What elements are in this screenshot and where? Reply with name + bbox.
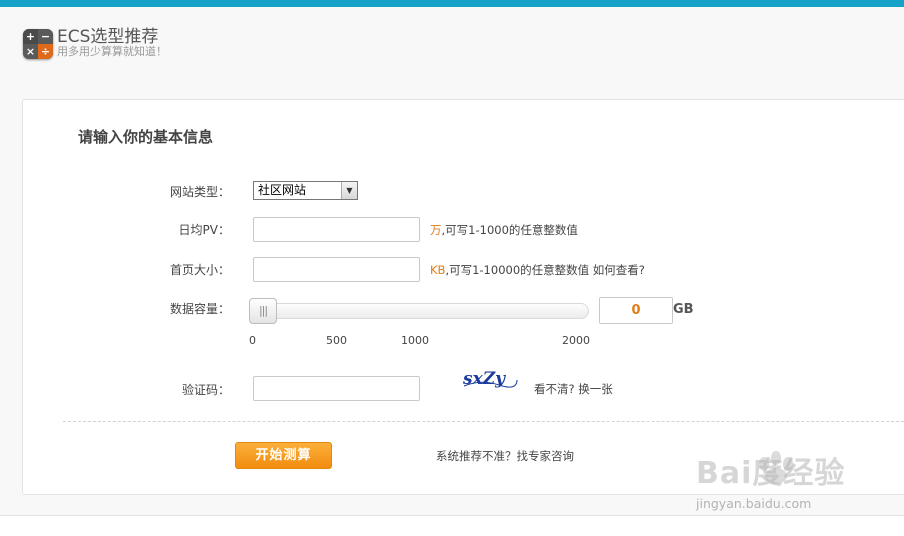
app-subtitle: 用多用少算算就知道！: [57, 45, 167, 58]
top-accent-bar: [0, 0, 904, 7]
slider-tick: 0: [249, 334, 256, 347]
daily-pv-hint: 万,可写1-1000的任意整数值: [430, 222, 578, 238]
capacity-slider-handle[interactable]: |||: [249, 298, 277, 324]
daily-pv-label: 日均PV：: [178, 223, 230, 237]
captcha-text: sxZy: [462, 369, 506, 389]
calculator-icon: + − × ÷: [23, 29, 53, 59]
site-type-label: 网站类型：: [169, 185, 230, 199]
times-glyph: ×: [23, 44, 38, 59]
captcha-image[interactable]: sxZy: [461, 364, 519, 398]
homepage-size-unit: KB: [430, 263, 446, 277]
capacity-value-box[interactable]: 0: [599, 297, 673, 324]
expert-consult-link[interactable]: 系统推荐不准？找专家咨询: [436, 448, 574, 464]
captcha-input[interactable]: [253, 376, 420, 401]
slider-tick: 2000: [562, 334, 590, 347]
section-title: 请输入你的基本信息: [78, 128, 214, 146]
homepage-size-label: 首页大小：: [169, 263, 230, 277]
divide-glyph: ÷: [38, 44, 53, 59]
capacity-slider-track[interactable]: [250, 303, 589, 319]
homepage-size-input[interactable]: [253, 257, 420, 282]
slider-tick: 1000: [401, 334, 429, 347]
watermark-url: jingyan.baidu.com: [696, 496, 812, 511]
daily-pv-input[interactable]: [253, 217, 420, 242]
start-calculate-button[interactable]: 开始测算: [235, 442, 332, 469]
watermark-text: Bai度经验: [696, 456, 846, 491]
slider-tick: 500: [326, 334, 347, 347]
homepage-size-hint: KB,可写1-10000的任意整数值 如何查看?: [430, 262, 645, 278]
dashed-divider: [63, 421, 904, 422]
daily-pv-range: ,可写1-1000的任意整数值: [441, 223, 578, 237]
site-type-select[interactable]: 社区网站 ▼: [253, 181, 358, 200]
captcha-label: 验证码：: [181, 383, 230, 397]
capacity-unit: GB: [673, 302, 694, 317]
form-card: [22, 99, 904, 495]
dropdown-arrow-icon[interactable]: ▼: [341, 182, 357, 199]
minus-glyph: −: [38, 29, 53, 44]
site-type-value: 社区网站: [258, 183, 307, 197]
daily-pv-unit: 万: [430, 223, 442, 237]
app-title: ECS选型推荐: [57, 27, 159, 47]
data-capacity-label: 数据容量：: [169, 302, 230, 316]
plus-glyph: +: [23, 29, 38, 44]
homepage-size-range: ,可写1-10000的任意整数值 如何查看?: [445, 263, 645, 277]
captcha-refresh-link[interactable]: 看不清? 换一张: [534, 381, 613, 397]
